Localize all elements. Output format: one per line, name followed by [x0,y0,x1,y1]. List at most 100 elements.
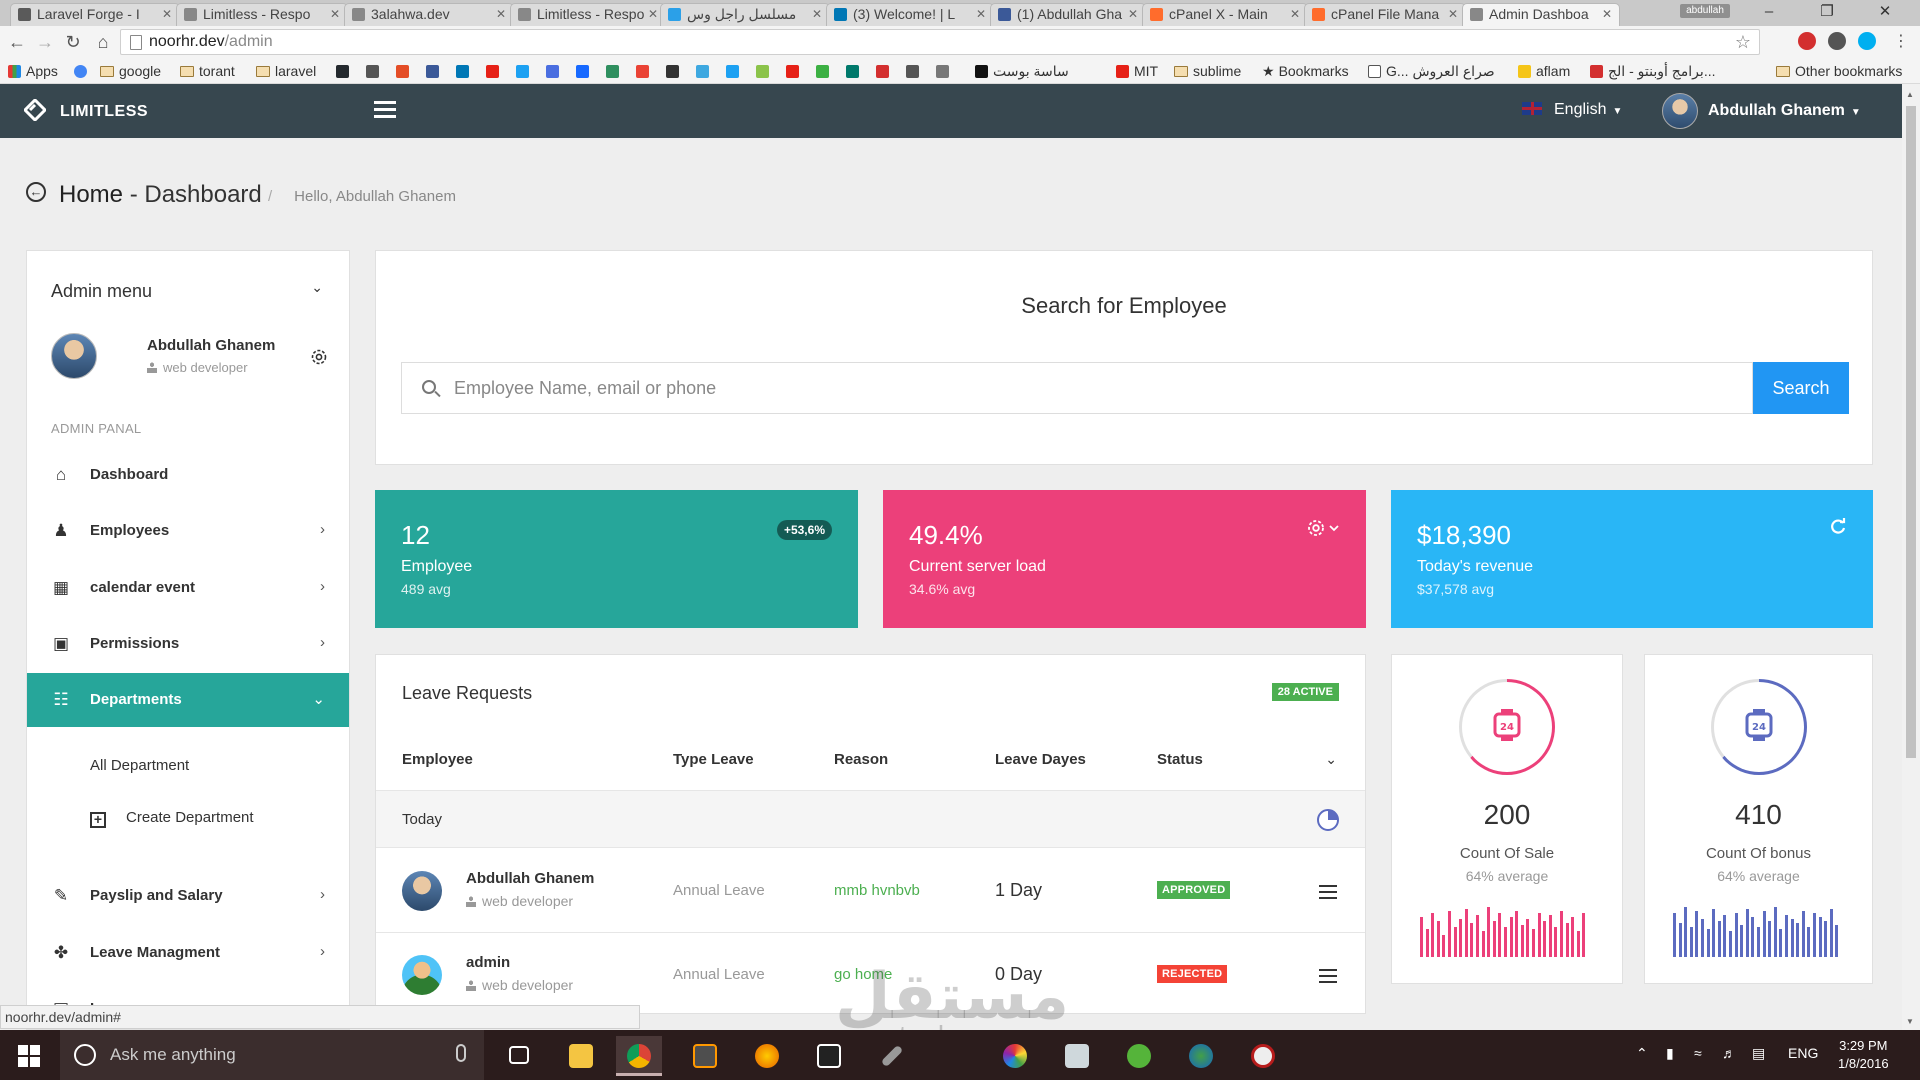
tool-icon[interactable] [696,65,709,78]
file-explorer-icon[interactable] [558,1036,604,1076]
scroll-up-icon[interactable]: ▲ [1906,90,1914,99]
bookmark-apps[interactable]: Apps [8,62,58,80]
browser-tab[interactable]: مسلسل راجل وس ✕ [660,3,830,26]
github-cat-icon[interactable] [906,65,919,78]
browser-tab[interactable]: 3alahwa.dev ✕ [344,3,514,26]
column-header-employee[interactable]: Employee [402,751,473,768]
back-arrow-icon[interactable]: ← [6,32,28,52]
column-header-reason[interactable]: Reason [834,751,888,768]
browser-tab[interactable]: (1) Abdullah Gha ✕ [990,3,1146,26]
bookmark-mit[interactable]: MIT [1116,62,1158,80]
linkedin-icon[interactable] [456,65,469,78]
picasa-taskbar-icon[interactable] [992,1036,1038,1076]
gear-icon[interactable] [1306,518,1340,538]
column-header-days[interactable]: Leave Dayes [995,751,1086,768]
extension-icon[interactable] [1828,32,1846,50]
system-clock[interactable]: 3:29 PM 1/8/2016 [1838,1037,1889,1073]
column-header-status[interactable]: Status [1157,751,1203,768]
nl-icon[interactable] [756,65,769,78]
youtube-icon[interactable] [486,65,499,78]
employee-name[interactable]: Abdullah Ghanem [466,870,594,887]
browser-tab[interactable]: Laravel Forge - I ✕ [10,3,180,26]
bookmark-sasapost[interactable]: ساسة بوست [975,62,1069,80]
twitter-icon[interactable] [726,65,739,78]
sidebar-toggle-icon[interactable] [374,101,396,119]
bookmark-folder-torant[interactable]: torant [180,62,235,80]
video-editor-taskbar-icon[interactable] [806,1036,852,1076]
browser-tab[interactable]: Limitless - Respo ✕ [176,3,348,26]
utorrent-taskbar-icon[interactable] [1116,1036,1162,1076]
input-language[interactable]: ENG [1788,1045,1818,1061]
back-circle-icon[interactable]: ← [26,182,46,202]
brand[interactable]: LIMITLESS [24,99,148,121]
refresh-icon[interactable] [1829,518,1847,536]
close-window-icon[interactable]: ✕ [1862,0,1908,26]
chrome-menu-icon[interactable]: ⋮ [1890,32,1912,52]
close-tab-icon[interactable]: ✕ [812,4,822,24]
behance-icon[interactable] [576,65,589,78]
browser-tab[interactable]: (3) Welcome! | L ✕ [826,3,994,26]
gplus-icon[interactable] [636,65,649,78]
submenu-item-create-department[interactable]: + Create Department [90,809,254,828]
address-bar[interactable]: noorhr.dev/admin ☆ [120,29,1760,55]
battery-icon[interactable]: ▮ [1666,1045,1674,1062]
pen-tool-taskbar-icon[interactable] [868,1036,914,1076]
page-scrollbar[interactable]: ▲ ▼ [1902,84,1920,1030]
column-header-type[interactable]: Type Leave [673,751,754,768]
feedly-icon[interactable] [546,65,559,78]
firefox-taskbar-icon[interactable] [744,1036,790,1076]
notifications-icon[interactable]: ▤ [1752,1045,1765,1062]
scroll-down-icon[interactable]: ▼ [1906,1017,1914,1026]
browser-tab[interactable]: Admin Dashboa ✕ [1462,3,1620,27]
sidebar-item-dashboard[interactable]: ⌂ Dashboard [27,448,349,502]
volume-icon[interactable]: ♬ [1722,1045,1736,1061]
sidebar-item-payslip-and-salary[interactable]: ✎ Payslip and Salary › [27,869,349,923]
bookmark-google[interactable] [74,62,92,80]
map-pin-icon[interactable] [876,65,889,78]
close-tab-icon[interactable]: ✕ [976,4,986,24]
gear-icon[interactable] [309,347,329,367]
close-tab-icon[interactable]: ✕ [330,4,340,24]
bookmark-aflam[interactable]: aflam [1518,62,1570,80]
table-row[interactable]: Abdullah Ghanem web developer Annual Leave… [376,849,1365,933]
sublime-taskbar-icon[interactable] [682,1036,728,1076]
page-icon[interactable] [366,65,379,78]
task-view-icon[interactable] [498,1036,544,1076]
bookmark-folder-sublime[interactable]: sublime [1174,62,1241,80]
bookmark-game-of-thrones[interactable]: G... صراع العروش [1368,62,1495,80]
windows-start-icon[interactable] [18,1045,40,1067]
chevron-down-icon[interactable]: ⌄ [1325,751,1337,768]
sidebar-item-permissions[interactable]: ▣ Permissions › [27,617,349,671]
star-bookmark-icon[interactable]: ☆ [1735,30,1751,54]
close-tab-icon[interactable]: ✕ [1290,4,1300,24]
close-tab-icon[interactable]: ✕ [496,4,506,24]
forward-arrow-icon[interactable]: → [34,32,56,52]
home-browser-icon[interactable]: ⌂ [92,32,114,52]
browser-tab[interactable]: Limitless - Respo ✕ [510,3,666,26]
browser-tab[interactable]: cPanel X - Main ✕ [1142,3,1308,26]
git-icon[interactable] [396,65,409,78]
network-taskbar-icon[interactable] [1178,1036,1224,1076]
sidebar-item-calendar-event[interactable]: ▦ calendar event › [27,561,349,615]
row-menu-icon[interactable] [1319,885,1337,899]
sidebar-item-departments[interactable]: ☷ Departments ⌄ [27,673,349,727]
close-tab-icon[interactable]: ✕ [1128,4,1138,24]
pie-chart-icon[interactable] [1317,809,1339,831]
w3-icon[interactable] [816,65,829,78]
bookmark-ubuntu-apps[interactable]: برامج أوبنتو - الج... [1590,62,1715,80]
sidebar-item-leave-managment[interactable]: ✤ Leave Managment › [27,926,349,980]
language-dropdown[interactable]: English ▼ [1522,101,1622,119]
dots-icon[interactable] [666,65,679,78]
ftp-icon[interactable] [846,65,859,78]
wifi-icon[interactable]: ≈ [1694,1045,1702,1061]
bookmark-folder-google[interactable]: google [100,62,161,80]
search-input[interactable]: Employee Name, email or phone [401,362,1753,414]
bookmark-bookmarks[interactable]: ★ Bookmarks [1262,62,1349,80]
youtube-icon[interactable] [786,65,799,78]
chrome-taskbar-icon[interactable] [616,1036,662,1076]
user-dropdown[interactable]: Abdullah Ghanem ▼ [1662,93,1861,129]
vivaldi-taskbar-icon[interactable] [1240,1036,1286,1076]
microphone-icon[interactable] [456,1044,466,1062]
tool-icon[interactable] [936,65,949,78]
tray-chevron-icon[interactable]: ⌃ [1636,1045,1648,1062]
